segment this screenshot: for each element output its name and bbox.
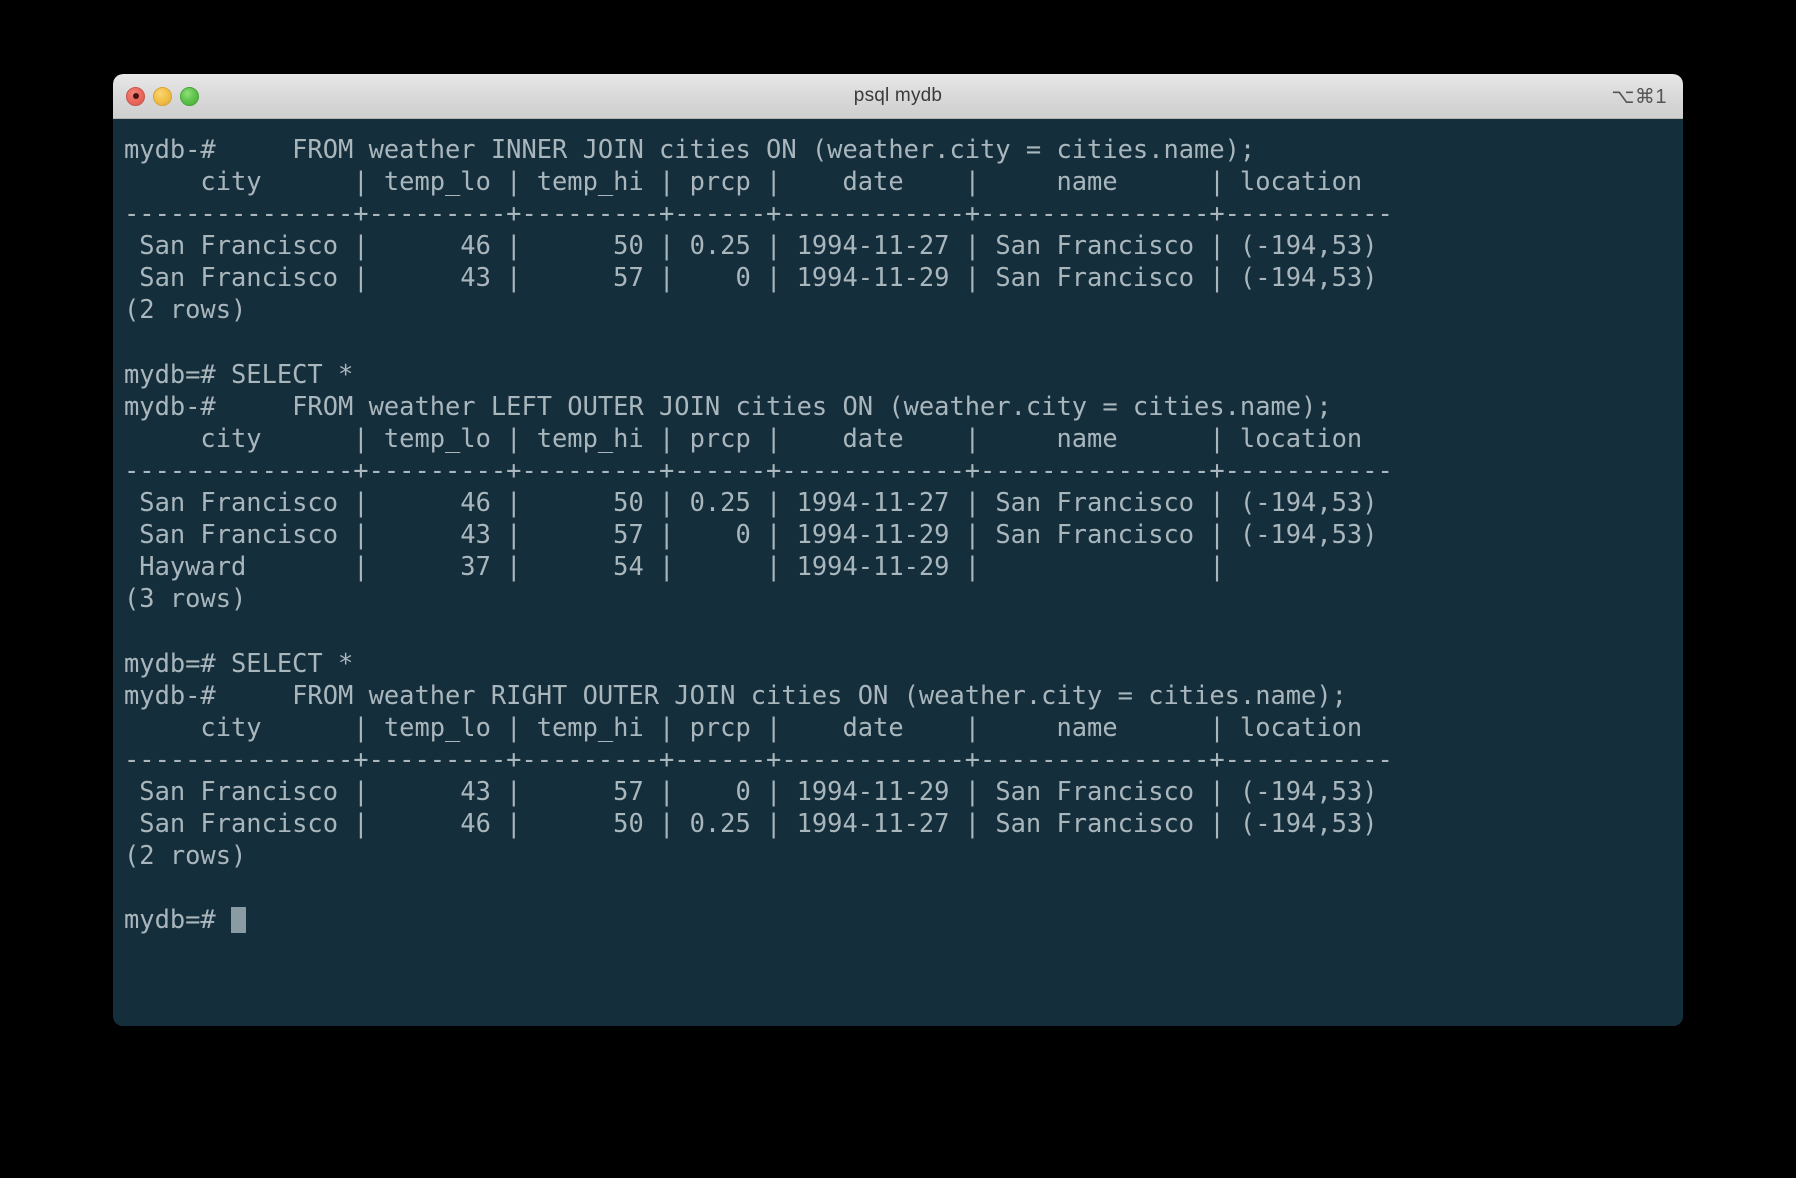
terminal-line: San Francisco | 43 | 57 | 0 | 1994-11-29… [124,519,1378,550]
traffic-light-group [126,74,199,118]
window-titlebar[interactable]: psql mydb ⌥⌘1 [113,74,1683,119]
terminal-line: ---------------+---------+---------+----… [124,454,1393,485]
terminal-line: city | temp_lo | temp_hi | prcp | date |… [124,422,1363,453]
terminal-line: San Francisco | 43 | 57 | 0 | 1994-11-29… [124,775,1378,806]
terminal-line: (2 rows) [124,294,247,325]
terminal-line: Hayward | 37 | 54 | | 1994-11-29 | | [124,551,1225,582]
terminal-line: city | temp_lo | temp_hi | prcp | date |… [124,166,1363,197]
terminal-line: mydb-# FROM weather INNER JOIN cities ON… [124,134,1256,164]
maximize-button-icon[interactable] [180,86,199,106]
terminal-line: ---------------+---------+---------+----… [124,198,1393,229]
terminal-output-area[interactable]: mydb-# FROM weather INNER JOIN cities ON… [113,119,1683,1026]
terminal-line: ---------------+---------+---------+----… [124,743,1393,774]
keyboard-shortcut-badge: ⌥⌘1 [1611,85,1667,108]
window-title: psql mydb [853,85,943,106]
terminal-line: city | temp_lo | temp_hi | prcp | date |… [124,711,1363,742]
terminal-prompt-line[interactable]: mydb=# [124,903,1683,935]
terminal-line: mydb=# SELECT * [124,647,354,678]
terminal-line: mydb=# SELECT * [124,358,354,389]
terminal-line: San Francisco | 46 | 50 | 0.25 | 1994-11… [124,487,1378,518]
minimize-button-icon[interactable] [153,86,172,106]
prompt-text: mydb=# [124,904,232,935]
terminal-line: San Francisco | 46 | 50 | 0.25 | 1994-11… [124,230,1378,261]
terminal-line: San Francisco | 46 | 50 | 0.25 | 1994-11… [124,807,1378,838]
terminal-window[interactable]: psql mydb ⌥⌘1 mydb-# FROM weather INNER … [113,74,1683,1026]
terminal-line: mydb-# FROM weather RIGHT OUTER JOIN cit… [124,679,1347,710]
terminal-line: (2 rows) [124,840,247,871]
terminal-line: (3 rows) [124,583,247,614]
close-button-icon[interactable] [126,86,145,106]
terminal-line: San Francisco | 43 | 57 | 0 | 1994-11-29… [124,262,1378,293]
terminal-line: mydb-# FROM weather LEFT OUTER JOIN citi… [124,390,1332,421]
text-cursor [231,907,247,934]
terminal-text: mydb-# FROM weather INNER JOIN cities ON… [113,133,1683,935]
